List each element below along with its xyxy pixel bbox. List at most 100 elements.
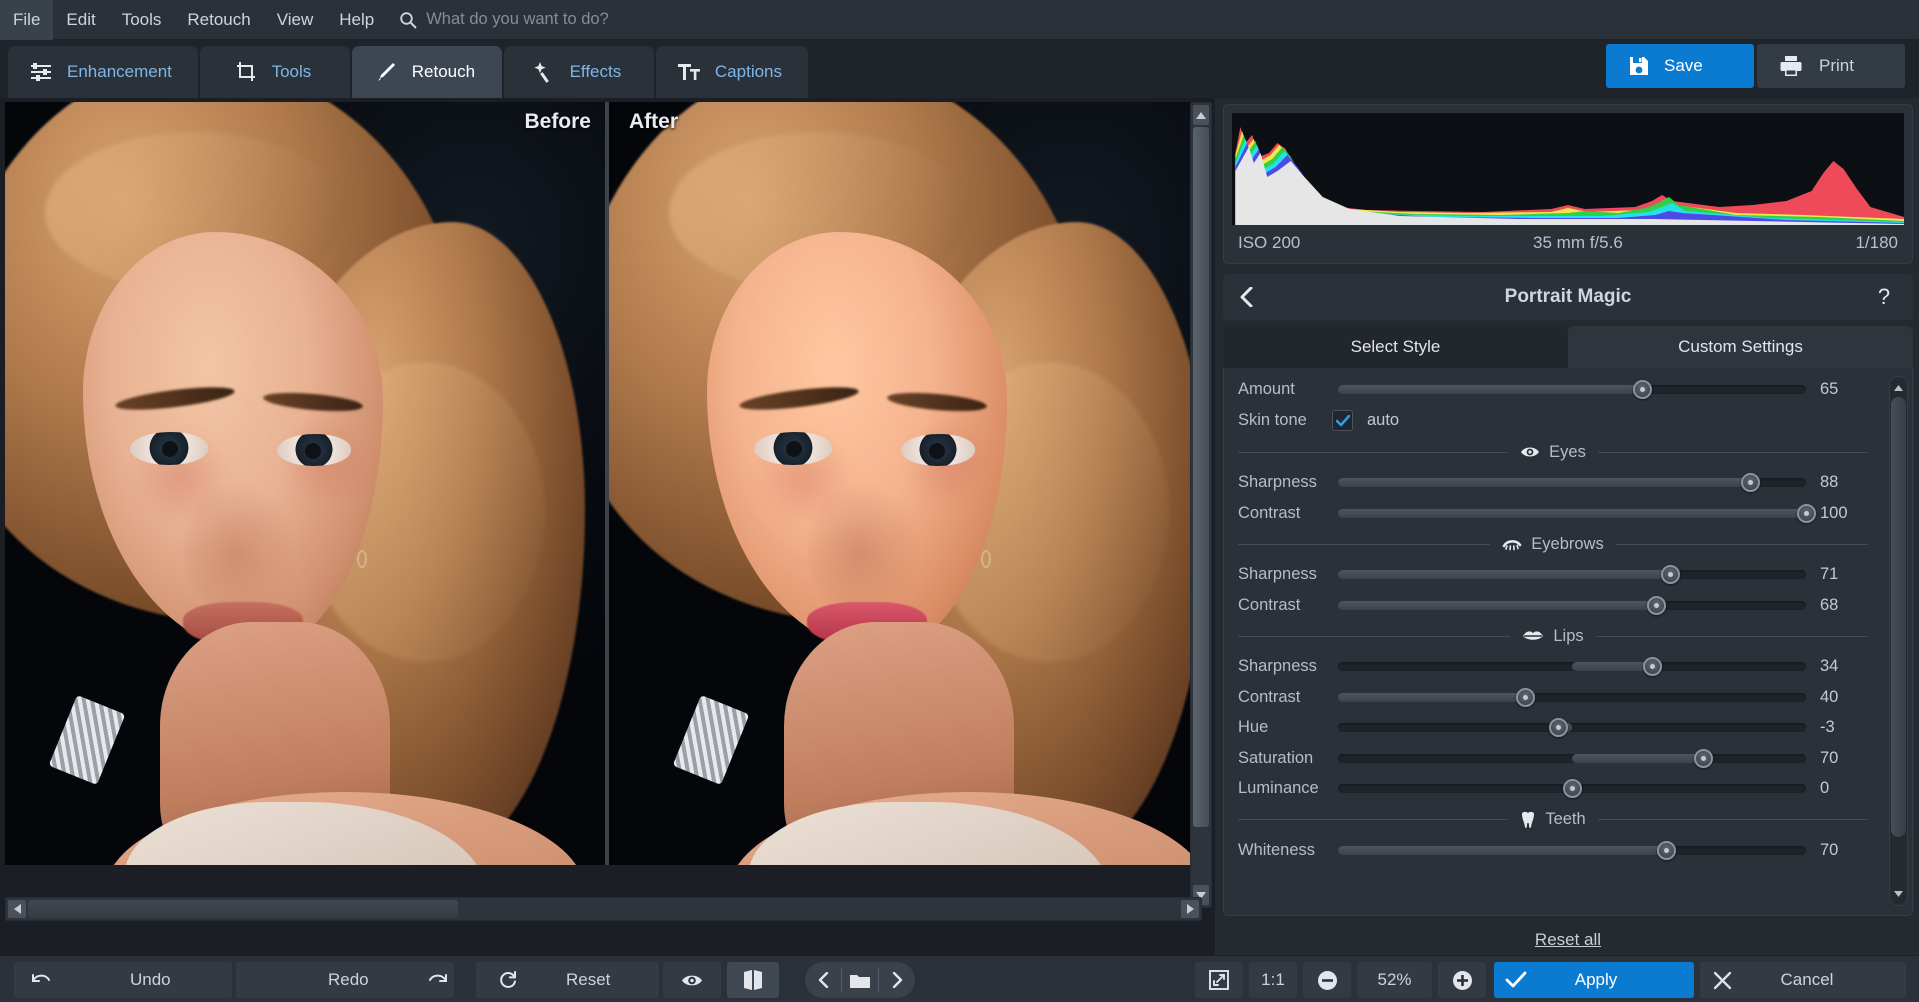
apply-button[interactable]: Apply (1494, 962, 1694, 998)
help-button[interactable]: ? (1871, 284, 1897, 310)
tab-tools[interactable]: Tools (199, 46, 350, 98)
zoom-out-button[interactable] (1303, 962, 1351, 998)
after-label: After (629, 110, 679, 133)
canvas-hscroll-thumb[interactable] (28, 900, 458, 918)
lips-icon (1522, 629, 1544, 643)
preview-toggle-button[interactable] (663, 962, 721, 998)
settings-list: Amount 65 Skin tone auto Eyes Sharpness … (1223, 368, 1913, 916)
slider-teeth-whiteness-value: 70 (1820, 840, 1839, 859)
skin-tone-row[interactable]: Skin tone auto (1224, 405, 1912, 437)
save-button[interactable]: Save (1606, 44, 1754, 88)
settings-scrollbar[interactable] (1889, 376, 1908, 906)
skin-tone-auto-label: auto (1367, 411, 1400, 429)
slider-lips-sharpness[interactable]: Sharpness 34 (1224, 652, 1912, 683)
slider-amount-value: 65 (1820, 379, 1839, 398)
tab-enhancement-label: Enhancement (67, 62, 172, 81)
image-canvas-area[interactable]: Before After (0, 98, 1215, 955)
slider-amount[interactable]: Amount 65 (1224, 374, 1912, 405)
slider-lips-hue[interactable]: Hue -3 (1224, 713, 1912, 744)
slider-lips-hue-label: Hue (1238, 718, 1269, 737)
slider-lips-sharpness-track[interactable] (1338, 657, 1806, 677)
section-eyebrows-label: Eyebrows (1531, 534, 1604, 553)
section-teeth: Teeth (1224, 804, 1912, 835)
open-folder-button[interactable] (842, 962, 878, 998)
slider-eyebrows-contrast-track[interactable] (1338, 595, 1806, 615)
slider-amount-track[interactable] (1338, 379, 1806, 399)
slider-eyebrows-contrast[interactable]: Contrast 68 (1224, 590, 1912, 621)
zoom-in-button[interactable] (1438, 962, 1486, 998)
compare-view-button[interactable] (727, 962, 779, 998)
menu-file[interactable]: File (0, 0, 54, 40)
settings-scroll-down-icon[interactable] (1892, 886, 1905, 902)
slider-eyes-contrast-track[interactable] (1338, 503, 1816, 523)
tab-captions-label: Captions (714, 62, 783, 81)
tab-captions[interactable]: Captions (655, 46, 809, 98)
prev-image-button[interactable] (805, 962, 841, 998)
before-portrait-image (5, 102, 605, 865)
menu-retouch[interactable]: Retouch (174, 0, 263, 40)
top-actions: Save Print (1606, 44, 1905, 88)
slider-eyes-contrast-label: Contrast (1238, 503, 1301, 522)
canvas-horizontal-scrollbar[interactable] (5, 897, 1202, 921)
reset-all-link[interactable]: Reset all (1223, 930, 1913, 950)
menu-help[interactable]: Help (326, 0, 387, 40)
canvas-vscroll-thumb[interactable] (1193, 127, 1209, 827)
right-panel: ISO 200 35 mm f/5.6 1/180 Portrait Magic… (1215, 98, 1919, 955)
menu-search[interactable]: What do you want to do? (399, 10, 609, 29)
before-after-viewport[interactable]: Before After (5, 102, 1202, 865)
tab-enhancement[interactable]: Enhancement (8, 46, 198, 98)
cancel-button[interactable]: Cancel (1700, 962, 1906, 998)
settings-scroll-up-icon[interactable] (1892, 380, 1905, 396)
scroll-up-icon[interactable] (1193, 105, 1209, 125)
zoom-level-display[interactable]: 52% (1357, 962, 1432, 998)
before-image-pane[interactable]: Before (5, 102, 605, 865)
image-navigation-group[interactable] (805, 962, 915, 998)
slider-eyebrows-sharpness[interactable]: Sharpness 71 (1224, 560, 1912, 591)
slider-eyebrows-sharpness-track[interactable] (1338, 565, 1806, 585)
slider-lips-hue-value: -3 (1820, 718, 1835, 737)
slider-eyes-sharpness-label: Sharpness (1238, 473, 1317, 492)
slider-eyes-contrast[interactable]: Contrast 100 (1224, 498, 1912, 529)
slider-teeth-whiteness[interactable]: Whiteness 70 (1224, 835, 1912, 866)
menu-edit[interactable]: Edit (53, 0, 108, 40)
slider-lips-luminance[interactable]: Luminance 0 (1224, 774, 1912, 805)
tab-retouch[interactable]: Retouch (351, 46, 502, 98)
fit-to-screen-button[interactable] (1195, 962, 1243, 998)
undo-button[interactable]: Undo (14, 962, 232, 998)
tab-custom-settings[interactable]: Custom Settings (1568, 326, 1913, 368)
tab-effects[interactable]: Effects (503, 46, 654, 98)
histogram-graph (1232, 113, 1904, 225)
slider-lips-contrast-track[interactable] (1338, 687, 1806, 707)
slider-lips-luminance-track[interactable] (1338, 779, 1806, 799)
skin-tone-auto-checkbox[interactable] (1332, 410, 1353, 431)
exif-info: ISO 200 35 mm f/5.6 1/180 (1232, 225, 1904, 255)
scroll-left-icon[interactable] (8, 900, 26, 918)
menu-view[interactable]: View (264, 0, 327, 40)
reset-button[interactable]: Reset (476, 962, 659, 998)
slider-lips-contrast-label: Contrast (1238, 687, 1301, 706)
slider-lips-saturation[interactable]: Saturation 70 (1224, 743, 1912, 774)
next-image-button[interactable] (879, 962, 915, 998)
slider-eyebrows-sharpness-label: Sharpness (1238, 565, 1317, 584)
one-to-one-zoom-button[interactable]: 1:1 (1249, 962, 1297, 998)
checkmark-icon (1494, 971, 1538, 989)
slider-eyes-sharpness[interactable]: Sharpness 88 (1224, 468, 1912, 499)
slider-lips-contrast[interactable]: Contrast 40 (1224, 682, 1912, 713)
canvas-vertical-scrollbar[interactable] (1190, 102, 1212, 908)
tab-select-style[interactable]: Select Style (1223, 326, 1568, 368)
redo-button[interactable]: Redo (236, 962, 454, 998)
skin-tone-label: Skin tone (1238, 411, 1307, 429)
scroll-right-icon[interactable] (1181, 900, 1199, 918)
menu-tools[interactable]: Tools (109, 0, 175, 40)
section-teeth-label: Teeth (1545, 810, 1586, 828)
section-eyebrows: Eyebrows (1224, 529, 1912, 560)
after-image-pane[interactable]: After (609, 102, 1202, 865)
print-button[interactable]: Print (1757, 44, 1905, 88)
slider-lips-hue-track[interactable] (1338, 718, 1806, 738)
settings-scroll-thumb[interactable] (1891, 397, 1906, 837)
slider-teeth-whiteness-track[interactable] (1338, 840, 1806, 860)
tab-tools-label: Tools (271, 62, 312, 81)
slider-lips-saturation-track[interactable] (1338, 748, 1806, 768)
panel-back-button[interactable] (1239, 287, 1265, 307)
slider-eyes-sharpness-track[interactable] (1338, 473, 1806, 493)
